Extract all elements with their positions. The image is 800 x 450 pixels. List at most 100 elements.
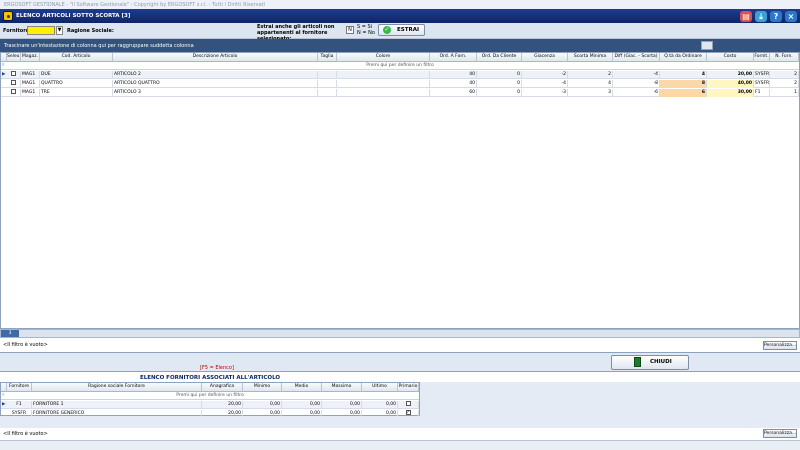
cell-n-forn: 2 — [770, 80, 799, 88]
table-row[interactable]: ▶ MAG1 DUE ARTICOLO 2 40 0 -2 2 -4 4 20,… — [1, 71, 799, 79]
filter-placeholder: Premi qui per definire un filtro — [366, 63, 434, 68]
col-header-taglia[interactable]: Taglia — [318, 53, 337, 62]
personalizza-button[interactable]: Personalizza... — [763, 341, 797, 350]
cell-massimo: 0,00 — [322, 401, 362, 409]
col-header-ord-forn[interactable]: Ord. A Forn. — [430, 53, 477, 62]
bottom-bar — [0, 416, 800, 428]
cell-n-forn: 1 — [770, 89, 799, 97]
filter-icon: ▿ — [2, 393, 5, 398]
col-header-qta-ordinare[interactable]: Q.tà da Ordinare — [660, 53, 707, 62]
filter-status: <Il filtro è vuoto> — [3, 431, 48, 437]
col-header-n-forn[interactable]: N. Forn. — [770, 53, 799, 62]
cell-minimo: 0,00 — [243, 401, 282, 409]
col-header-primario[interactable]: Primario — [398, 383, 419, 392]
col-header-ragione-sociale[interactable]: Ragione sociale Fornitore — [32, 383, 202, 392]
cell-taglia — [318, 89, 337, 97]
cell-qta-ordinare[interactable]: 8 — [660, 80, 707, 88]
si-no-legend: S = Sì N = No — [357, 24, 375, 36]
cell-colore — [337, 71, 430, 79]
cell-anagrafica: 20,00 — [202, 401, 243, 409]
col-header-massimo[interactable]: Massimo — [322, 383, 362, 392]
group-by-bar[interactable]: Trascinare un'intestazione di colonna qu… — [0, 39, 800, 52]
cell-fornit: F1 — [754, 89, 770, 97]
cell-ord-cliente: 0 — [477, 71, 522, 79]
cell-qta-ordinare[interactable]: 6 — [660, 89, 707, 97]
cell-diff: -6 — [613, 89, 660, 97]
cell-ragione-sociale: FORNITORE 1 — [32, 401, 202, 409]
cell-costo: 20,00 — [707, 71, 754, 79]
col-header-diff[interactable]: Diff (Giac. - Scorta) — [613, 53, 660, 62]
no-legend: N = No — [357, 30, 375, 36]
table-row[interactable]: ▶ F1 FORNITORE 1 20,00 0,00 0,00 0,00 0,… — [1, 401, 419, 409]
cell-fornit: SYSFR — [755, 71, 770, 79]
filter-icon: ▿ — [2, 63, 5, 68]
cell-scorta-minima: 2 — [568, 71, 613, 79]
col-header-medio[interactable]: Medio — [282, 383, 322, 392]
select-checkbox[interactable] — [7, 71, 21, 79]
col-header-giacenza[interactable]: Giacenza — [522, 53, 568, 62]
cell-scorta-minima: 3 — [568, 89, 613, 97]
cell-descrizione: ARTICOLO QUATTRO — [113, 80, 318, 88]
estrai-flag-input[interactable]: N — [346, 26, 354, 34]
cell-giacenza: -2 — [522, 71, 568, 79]
lookup-icon[interactable]: ▼ — [56, 26, 63, 35]
cell-scorta-minima: 4 — [568, 80, 613, 88]
checkmark-icon: ✓ — [405, 410, 411, 415]
col-header-fornit[interactable]: Fornit. — [754, 53, 770, 62]
cell-fornit: SYSFR — [755, 80, 770, 88]
table-row[interactable]: MAG1 QUATTRO ARTICOLO QUATTRO 40 0 -4 4 … — [1, 80, 799, 88]
window-title-bar: ERGOSOFT GESTIONALE - "Il Software Gesti… — [0, 0, 800, 9]
fornitore-input[interactable] — [27, 26, 55, 35]
table-row[interactable]: MAG1 TRE ARTICOLO 3 60 0 -3 3 -6 6 30,00… — [1, 89, 799, 97]
cell-taglia — [318, 71, 337, 79]
col-header-fornitore[interactable]: Fornitore — [7, 383, 32, 392]
grid-filter-row[interactable]: ▿ Premi qui per definire un filtro — [1, 392, 419, 400]
close-icon[interactable]: × — [785, 11, 797, 22]
suppliers-grid-title: ELENCO FORNITORI ASSOCIATI ALL'ARTICOLO — [139, 375, 281, 381]
col-header-ord-cliente[interactable]: Ord. Da Cliente — [477, 53, 522, 62]
form-title: ELENCO ARTICOLI SOTTO SCORTA [3] — [16, 13, 131, 19]
app-logo-icon — [3, 11, 13, 21]
col-header-ultimo[interactable]: Ultimo — [362, 383, 398, 392]
col-header-magaz[interactable]: Magaz. — [21, 53, 40, 62]
cell-magaz: MAG1 — [21, 71, 40, 79]
cell-descrizione: ARTICOLO 3 — [113, 89, 318, 97]
exit-door-icon — [634, 357, 641, 367]
cell-ord-cliente: 0 — [477, 80, 522, 88]
grid-filter-row[interactable]: ▿ Premi qui per definire un filtro — [1, 62, 799, 70]
col-header-scorta-minima[interactable]: Scorta Minima — [568, 53, 613, 62]
column-chooser-icon[interactable] — [701, 41, 713, 50]
select-checkbox[interactable] — [7, 89, 21, 97]
col-header-costo[interactable]: Costo — [707, 53, 754, 62]
cell-cod-articolo: QUATTRO — [40, 80, 113, 88]
f5-hint: [F5 = Elenco] — [200, 365, 234, 371]
primario-checkbox[interactable] — [398, 401, 419, 409]
cell-qta-ordinare[interactable]: 4 — [660, 71, 707, 79]
cell-descrizione: ARTICOLO 2 — [113, 71, 318, 79]
chiudi-button[interactable]: CHIUDI — [611, 355, 689, 370]
download-icon[interactable]: ⤓ — [755, 11, 767, 22]
cell-ultimo: 0,00 — [362, 401, 398, 409]
cell-cod-articolo: TRE — [40, 89, 113, 97]
suppliers-grid: Fornitore Ragione sociale Fornitore Anag… — [0, 382, 420, 418]
col-header-descrizione[interactable]: Descrizione Articolo — [113, 53, 318, 62]
cell-giacenza: -4 — [522, 80, 568, 88]
personalizza-button[interactable]: Personalizza... — [763, 429, 797, 438]
col-header-cod-articolo[interactable]: Cod. Articolo — [40, 53, 113, 62]
cell-colore — [337, 80, 430, 88]
print-icon[interactable]: ▤ — [740, 11, 752, 22]
col-header-minimo[interactable]: Minimo — [243, 383, 282, 392]
help-icon[interactable]: ? — [770, 11, 782, 22]
cell-n-forn: 2 — [770, 71, 799, 79]
cell-costo: 40,00 — [707, 80, 754, 88]
col-header-anagrafica[interactable]: Anagrafica — [202, 383, 243, 392]
select-checkbox[interactable] — [7, 80, 21, 88]
grid-footer — [0, 329, 800, 338]
cell-ord-cliente: 0 — [477, 89, 522, 97]
row-count-badge: 3 — [1, 330, 19, 337]
cell-giacenza: -3 — [522, 89, 568, 97]
cell-ord-forn: 40 — [430, 71, 477, 79]
col-header-selez[interactable]: Seleo. — [7, 53, 21, 62]
col-header-colore[interactable]: Colore — [337, 53, 430, 62]
check-icon: ✓ — [383, 26, 391, 34]
